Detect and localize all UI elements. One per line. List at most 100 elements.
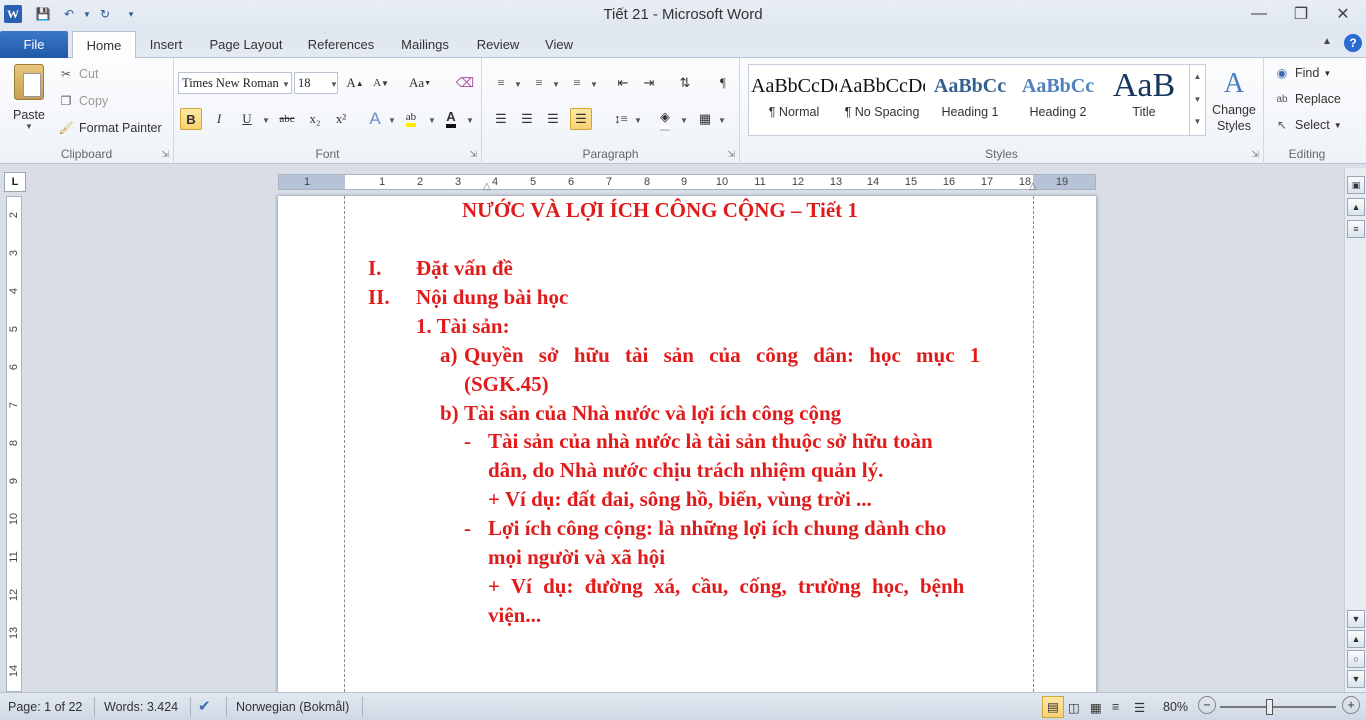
bullets-button[interactable]: ≡: [490, 72, 512, 94]
document-line[interactable]: Nội dung bài học: [416, 285, 568, 310]
zoom-level[interactable]: 80%: [1163, 700, 1188, 714]
underline-dropdown-icon[interactable]: ▼: [262, 116, 270, 125]
shading-button[interactable]: ◈: [654, 108, 676, 130]
clear-formatting-button[interactable]: ⌫: [454, 72, 476, 94]
ruler-toggle-icon[interactable]: ▣: [1347, 176, 1365, 194]
style-heading-2[interactable]: AaBbCc Heading 2: [1015, 69, 1101, 131]
document-line[interactable]: Tài sản của Nhà nước và lợi ích công cộn…: [464, 401, 841, 426]
align-center-button[interactable]: ☰: [516, 108, 538, 130]
clipboard-launcher-icon[interactable]: ⇲: [161, 149, 169, 160]
style-title[interactable]: AaB Title: [1101, 69, 1187, 131]
font-name-combo[interactable]: Times New Roman: [178, 72, 292, 94]
select-button[interactable]: ↖ Select ▼: [1274, 118, 1342, 132]
multilevel-dropdown-icon[interactable]: ▼: [590, 80, 598, 89]
styles-scroll-down-icon[interactable]: ▼: [1190, 88, 1205, 111]
next-page-icon[interactable]: ▼: [1347, 670, 1365, 688]
document-line[interactable]: viện...: [488, 603, 541, 628]
document-heading[interactable]: NƯỚC VÀ LỢI ÍCH CÔNG CỘNG – Tiết 1: [462, 198, 858, 223]
word-count[interactable]: Words: 3.424: [104, 700, 178, 714]
document-line[interactable]: Quyền sở hữu tài sản của công dân: học m…: [464, 343, 1033, 368]
styles-scroll-up-icon[interactable]: ▲: [1190, 65, 1205, 88]
zoom-in-icon[interactable]: +: [1342, 696, 1360, 714]
align-right-button[interactable]: ☰: [542, 108, 564, 130]
zoom-out-icon[interactable]: −: [1198, 696, 1216, 714]
indent-marker-icon[interactable]: △: [483, 181, 491, 192]
text-effects-button[interactable]: A: [364, 108, 386, 130]
document-line[interactable]: (SGK.45): [464, 372, 549, 397]
document-line[interactable]: 1. Tài sản:: [416, 314, 510, 339]
multilevel-list-button[interactable]: ≡: [566, 72, 588, 94]
document-line[interactable]: + Ví dụ: đường xá, cầu, cống, trường học…: [488, 574, 964, 599]
tab-review[interactable]: Review: [468, 31, 528, 58]
borders-dropdown-icon[interactable]: ▼: [718, 116, 726, 125]
previous-page-icon[interactable]: ▲: [1347, 630, 1365, 648]
tab-page-layout[interactable]: Page Layout: [200, 31, 292, 58]
increase-indent-button[interactable]: ⇥: [638, 72, 660, 94]
language[interactable]: Norwegian (Bokmål): [236, 700, 349, 714]
document-line[interactable]: Lợi ích công cộng: là những lợi ích chun…: [488, 516, 946, 541]
document-line[interactable]: Đặt vấn đề: [416, 256, 513, 281]
vertical-ruler[interactable]: 2 3 4 5 6 7 8 9 10 11 12 13 14: [6, 196, 22, 692]
scroll-thumb[interactable]: ≡: [1347, 220, 1365, 238]
draft-icon[interactable]: ☰: [1134, 700, 1145, 715]
change-case-button[interactable]: Aa ▼: [406, 72, 434, 94]
minimize-button[interactable]: —: [1238, 2, 1280, 26]
decrease-indent-button[interactable]: ⇤: [612, 72, 634, 94]
borders-button[interactable]: ▦: [694, 108, 716, 130]
sort-button[interactable]: ⇅: [674, 72, 696, 94]
document-line[interactable]: + Ví dụ: đất đai, sông hồ, biển, vùng tr…: [488, 487, 872, 512]
numbering-button[interactable]: ≡: [528, 72, 550, 94]
tab-references[interactable]: References: [300, 31, 382, 58]
tab-mailings[interactable]: Mailings: [392, 31, 458, 58]
shrink-font-button[interactable]: A ▼: [370, 72, 392, 94]
page-count[interactable]: Page: 1 of 22: [8, 700, 82, 714]
text-effects-dropdown-icon[interactable]: ▼: [388, 116, 396, 125]
format-painter-button[interactable]: 🖌 Format Painter: [58, 121, 161, 135]
close-button[interactable]: ✕: [1322, 2, 1364, 26]
scroll-up-icon[interactable]: ▲: [1347, 198, 1365, 216]
underline-button[interactable]: U: [236, 108, 258, 130]
tab-insert[interactable]: Insert: [140, 31, 192, 58]
vertical-scrollbar[interactable]: ▣ ▲ ≡ ▼ ▲ ○ ▼: [1344, 168, 1366, 692]
paragraph-launcher-icon[interactable]: ⇲: [727, 149, 735, 160]
zoom-slider[interactable]: [1220, 706, 1336, 708]
full-screen-reading-icon[interactable]: ◫: [1068, 700, 1080, 715]
grow-font-button[interactable]: A ▲: [344, 72, 366, 94]
horizontal-ruler[interactable]: 1 1 2 3 4 5 6 7 8 9 10 11 12 13 14 15 16…: [278, 174, 1096, 192]
document-line[interactable]: mọi người và xã hội: [488, 545, 665, 570]
copy-button[interactable]: ❐ Copy: [58, 94, 109, 108]
paste-button[interactable]: Paste ▼: [8, 64, 50, 144]
styles-more-icon[interactable]: ▼: [1190, 111, 1205, 133]
style-normal[interactable]: AaBbCcDd ¶ Normal: [751, 69, 837, 131]
superscript-button[interactable]: x²: [330, 108, 352, 130]
style-no-spacing[interactable]: AaBbCcDd ¶ No Spacing: [839, 69, 925, 131]
styles-launcher-icon[interactable]: ⇲: [1251, 149, 1259, 160]
web-layout-icon[interactable]: ▦: [1090, 700, 1102, 715]
bold-button[interactable]: B: [180, 108, 202, 130]
font-color-dropdown-icon[interactable]: ▼: [466, 116, 474, 125]
tab-selector[interactable]: L: [4, 172, 26, 192]
subscript-button[interactable]: x₂: [304, 108, 326, 130]
justify-button[interactable]: ☰: [570, 108, 592, 130]
replace-button[interactable]: ab Replace: [1274, 92, 1340, 106]
scroll-down-icon[interactable]: ▼: [1347, 610, 1365, 628]
font-name-dropdown-icon[interactable]: ▼: [282, 80, 290, 89]
strikethrough-button[interactable]: abc: [274, 108, 300, 130]
find-button[interactable]: ◉ Find ▼: [1274, 66, 1332, 80]
outline-icon[interactable]: ≡: [1112, 700, 1119, 714]
restore-button[interactable]: ❐: [1280, 2, 1322, 26]
document-line[interactable]: dân, do Nhà nước chịu trách nhiệm quản l…: [488, 458, 883, 483]
right-indent-marker-icon[interactable]: △: [1029, 181, 1037, 192]
document-line[interactable]: Tài sản của nhà nước là tài sản thuộc sở…: [488, 429, 933, 454]
browse-object-icon[interactable]: ○: [1347, 650, 1365, 668]
numbering-dropdown-icon[interactable]: ▼: [552, 80, 560, 89]
line-spacing-dropdown-icon[interactable]: ▼: [634, 116, 642, 125]
tab-file[interactable]: File: [0, 31, 68, 58]
shading-dropdown-icon[interactable]: ▼: [680, 116, 688, 125]
italic-button[interactable]: I: [208, 108, 230, 130]
print-layout-icon[interactable]: ▤: [1042, 696, 1064, 718]
font-color-button[interactable]: A: [440, 108, 462, 130]
bullets-dropdown-icon[interactable]: ▼: [514, 80, 522, 89]
cut-button[interactable]: ✂ Cut: [58, 67, 98, 81]
style-heading-1[interactable]: AaBbCc Heading 1: [927, 69, 1013, 131]
